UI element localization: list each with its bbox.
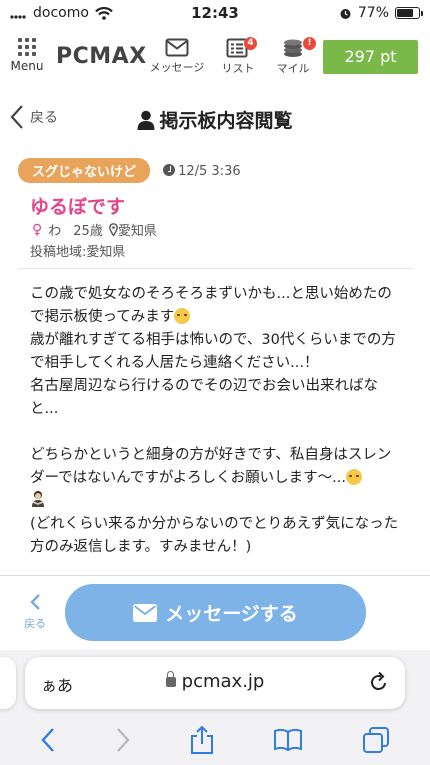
alarm-icon (340, 8, 351, 19)
body-line: 歳が離れすぎてる相手は怖いので、30代くらいまでの方で相手してくれる人居たら連絡… (30, 332, 396, 371)
post-body: この歳で処女なのそろそろまずいかも...と思い始めたので掲示板使ってみます 歳が… (30, 283, 400, 559)
status-right: 77% (339, 5, 423, 21)
coins-icon (284, 39, 302, 57)
url-text: pcmax.jp (181, 671, 265, 692)
list-nav-label: リスト (221, 62, 255, 75)
address-bar[interactable]: ぁあ pcmax.jp (25, 657, 405, 709)
person-icon (137, 110, 155, 130)
page-title: 掲示板内容閲覧 (0, 106, 430, 133)
reload-icon[interactable] (369, 671, 389, 693)
lock-icon (165, 671, 176, 687)
envelope-icon (133, 603, 158, 622)
body-line: 名古屋周辺なら行けるのでその辺でお会い出来ればなと... (30, 378, 378, 417)
send-message-button[interactable]: メッセージする (65, 584, 366, 641)
crying-emoji-icon (346, 469, 363, 485)
post-header: スグじゃないけど 12/5 3:36 ゆるぼです ♀ わ 25歳 愛知県 投稿地… (18, 158, 412, 260)
browser-back-icon[interactable] (40, 727, 56, 753)
mile-badge: ! (303, 37, 316, 50)
list-badge: 4 (244, 37, 257, 50)
points-button[interactable]: 297 pt (323, 40, 418, 74)
poster-location: 愛知県 (108, 220, 157, 239)
browser-forward-icon[interactable] (115, 727, 131, 753)
menu-grid-icon (8, 38, 46, 56)
share-icon[interactable] (190, 725, 214, 755)
menu-button[interactable]: Menu (8, 38, 46, 73)
tabs-icon[interactable] (362, 726, 390, 754)
person-gesture-emoji-icon (32, 491, 44, 507)
status-bar: docomo 12:43 77% (0, 0, 430, 26)
overlay-separator (0, 575, 430, 576)
app-header: Menu PCMAX メッセージ リスト 4 マイル ! 297 pt (0, 34, 430, 80)
browser-toolbar (0, 720, 430, 760)
poster-meta: ♀ わ 25歳 愛知県 (32, 220, 157, 240)
mile-nav-button[interactable]: マイル ! (273, 37, 316, 76)
divider (18, 268, 412, 269)
mile-nav-label: マイル (276, 62, 310, 75)
bookmarks-icon[interactable] (273, 728, 303, 752)
send-message-label: メッセージする (165, 603, 298, 625)
message-nav-button[interactable]: メッセージ (148, 38, 206, 75)
bottom-back-button[interactable]: 戻る (20, 593, 50, 631)
pcmax-logo[interactable]: PCMAX (56, 44, 147, 69)
location-text: 愛知県 (117, 224, 157, 239)
timestamp-text: 12/5 3:36 (178, 164, 241, 179)
previous-tab-preview[interactable] (0, 657, 16, 709)
post-tag-badge: スグじゃないけど (18, 158, 151, 183)
bottom-back-label: 戻る (24, 617, 46, 630)
poster-age: 25歳 (73, 224, 103, 239)
battery-level (397, 9, 414, 17)
crying-emoji-icon (174, 308, 191, 324)
list-nav-button[interactable]: リスト 4 (218, 37, 258, 76)
post-region: 投稿地域:愛知県 (30, 245, 126, 260)
url-display[interactable]: pcmax.jp (25, 671, 405, 692)
body-line: この歳で処女なのそろそろまずいかも...と思い始めたので掲示板使ってみます (30, 286, 392, 325)
battery-icon (395, 7, 423, 19)
poster-username[interactable]: ゆるぼです (30, 192, 125, 219)
battery-percent: 77% (357, 5, 389, 21)
chevron-left-icon (30, 594, 40, 610)
clock-icon (163, 164, 176, 176)
body-line: どちらかというと細身の方が好きです、私自身はスレンダーではないんですがよろしくお… (30, 444, 400, 513)
menu-label: Menu (10, 59, 44, 73)
title-bar: 戻る 掲示板内容閲覧 (0, 96, 430, 140)
body-line: (どれくらい来るか分からないのでとりあえず気になった方のみ返信します。すみません… (30, 516, 399, 555)
message-nav-label: メッセージ (149, 61, 205, 74)
envelope-icon (165, 38, 189, 57)
female-icon: ♀ (32, 221, 43, 238)
pin-icon (108, 223, 118, 237)
post-timestamp: 12/5 3:36 (163, 164, 241, 179)
nickname-suffix: わ (48, 224, 62, 239)
page-title-text: 掲示板内容閲覧 (159, 110, 293, 132)
